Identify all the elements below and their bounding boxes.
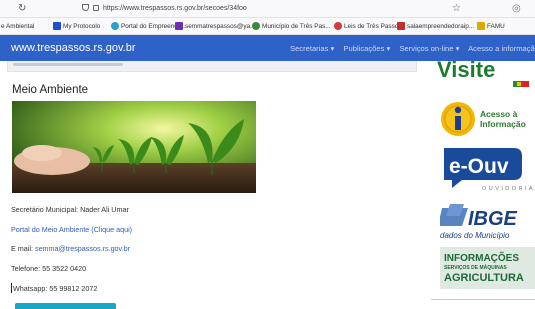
visite-text: Visite	[437, 61, 495, 82]
bookmark-item[interactable]: FAMU	[477, 22, 505, 32]
agri-line3: AGRICULTURA	[444, 272, 524, 284]
extension-shield-icon[interactable]: ◎	[512, 3, 521, 14]
e-ouv-sub: OUVIDORIA	[482, 186, 535, 192]
secretary-name: Secretário Municipal: Nader Ali Umar	[11, 205, 129, 214]
bookmark-globe-icon	[111, 22, 119, 30]
acesso-line2: Informação	[480, 119, 526, 129]
site-header: www.trespassos.rs.gov.br Secretarias ▾ P…	[0, 35, 535, 61]
phone-number: Telefone: 55 3522 0420	[11, 264, 87, 273]
e-ouv-logo: e-Ouv OUVIDORIA	[444, 148, 535, 192]
agri-line1: INFORMAÇÕES	[444, 251, 519, 264]
visite-banner[interactable]: Visite	[435, 61, 535, 95]
plant-sprouts-image	[12, 101, 256, 193]
email-label: E mail:	[11, 244, 35, 253]
bookmark-label: Leis de Três Passos	[344, 23, 402, 30]
visite-logo: Visite	[437, 61, 529, 87]
nav-acesso-informacao[interactable]: Acesso a informação	[468, 44, 535, 53]
bookmark-item[interactable]: Município de Três Pas...	[252, 22, 331, 32]
page-title: Meio Ambiente	[12, 84, 89, 96]
bookmark-item[interactable]: semmatrespassos@ya...	[175, 22, 255, 32]
sidebar-divider	[431, 299, 535, 309]
whatsapp-number: Whatsapp: 55 99812 2072	[13, 284, 98, 293]
breadcrumb-placeholder	[13, 63, 123, 66]
nav-secretarias[interactable]: Secretarias ▾	[290, 44, 334, 53]
url-field[interactable]: https://www.trespassos.rs.gov.br/secoes/…	[82, 2, 502, 16]
email-link[interactable]: semma@trespassos.rs.gov.br	[35, 244, 130, 253]
agricultura-banner[interactable]: INFORMAÇÕES SERVIÇOS DE MÁQUINAS AGRICUL…	[440, 247, 535, 289]
portal-link-row: Portal do Meio Ambiente (Clique aqui)	[11, 225, 132, 234]
ibge-sub: dados do Município	[440, 231, 510, 240]
bookmark-label: salaempreendedoraip...	[407, 23, 475, 30]
bookmark-label: semmatrespassos@ya...	[185, 23, 256, 30]
lock-icon	[93, 5, 99, 11]
bookmark-gmail-icon	[397, 22, 405, 30]
acesso-informacao-logo: Acesso à Informação	[441, 102, 526, 136]
acesso-line1: Acesso à	[480, 109, 518, 119]
bookmark-crest-icon	[252, 22, 260, 30]
shield-icon	[82, 4, 89, 11]
browser-window: ↻ https://www.trespassos.rs.gov.br/secoe…	[0, 0, 535, 309]
whatsapp-row: Whatsapp: 55 99812 2072	[11, 283, 97, 293]
acesso-informacao-banner[interactable]: Acesso à Informação	[440, 99, 535, 139]
bookmark-label: FAMU	[487, 23, 505, 30]
bookmark-item[interactable]: e Ambiental	[1, 22, 34, 32]
site-logo[interactable]: www.trespassos.rs.gov.br	[11, 42, 136, 54]
ibge-logo: IBGE dados do Município	[438, 204, 518, 240]
bookmark-item[interactable]: salaempreendedoraip...	[397, 22, 474, 32]
bookmark-item[interactable]: Leis de Três Passos	[334, 22, 402, 32]
portal-link[interactable]: Portal do Meio Ambiente (Clique aqui)	[11, 225, 132, 234]
nav-servicos[interactable]: Serviços on-line ▾	[399, 44, 459, 53]
text-cursor	[11, 283, 12, 293]
refresh-icon[interactable]: ↻	[18, 3, 26, 14]
agricultura-logo: INFORMAÇÕES SERVIÇOS DE MÁQUINAS AGRICUL…	[444, 251, 524, 284]
action-button[interactable]	[15, 303, 116, 309]
hero-image	[12, 101, 256, 193]
address-bar: ↻ https://www.trespassos.rs.gov.br/secoe…	[0, 0, 535, 18]
bookmark-b-icon	[53, 22, 61, 30]
bookmark-star-icon[interactable]: ☆	[452, 3, 461, 14]
bookmark-label: Município de Três Pas...	[262, 23, 331, 30]
bookmarks-bar: e Ambiental My Protocolo Portal do Empre…	[0, 18, 535, 35]
agri-line2: SERVIÇOS DE MÁQUINAS	[444, 264, 507, 271]
url-text: https://www.trespassos.rs.gov.br/secoes/…	[103, 5, 247, 12]
ibge-banner[interactable]: IBGE dados do Município	[438, 200, 535, 242]
e-ouv-title: e-Ouv	[449, 155, 509, 178]
bookmark-mail-icon	[175, 22, 183, 30]
bookmark-label: My Protocolo	[63, 23, 101, 30]
bookmark-famu-icon	[477, 22, 485, 30]
main-nav: Secretarias ▾ Publicações ▾ Serviços on-…	[290, 44, 535, 53]
e-ouv-banner[interactable]: e-Ouv OUVIDORIA	[440, 146, 535, 192]
breadcrumb	[7, 61, 417, 72]
bookmark-item[interactable]: My Protocolo	[53, 22, 100, 32]
nav-publicacoes[interactable]: Publicações ▾	[343, 44, 390, 53]
bookmark-law-icon	[334, 22, 342, 30]
ibge-title: IBGE	[468, 208, 518, 230]
bookmark-label: e Ambiental	[1, 23, 35, 30]
email-row: E mail: semma@trespassos.rs.gov.br	[11, 244, 130, 253]
